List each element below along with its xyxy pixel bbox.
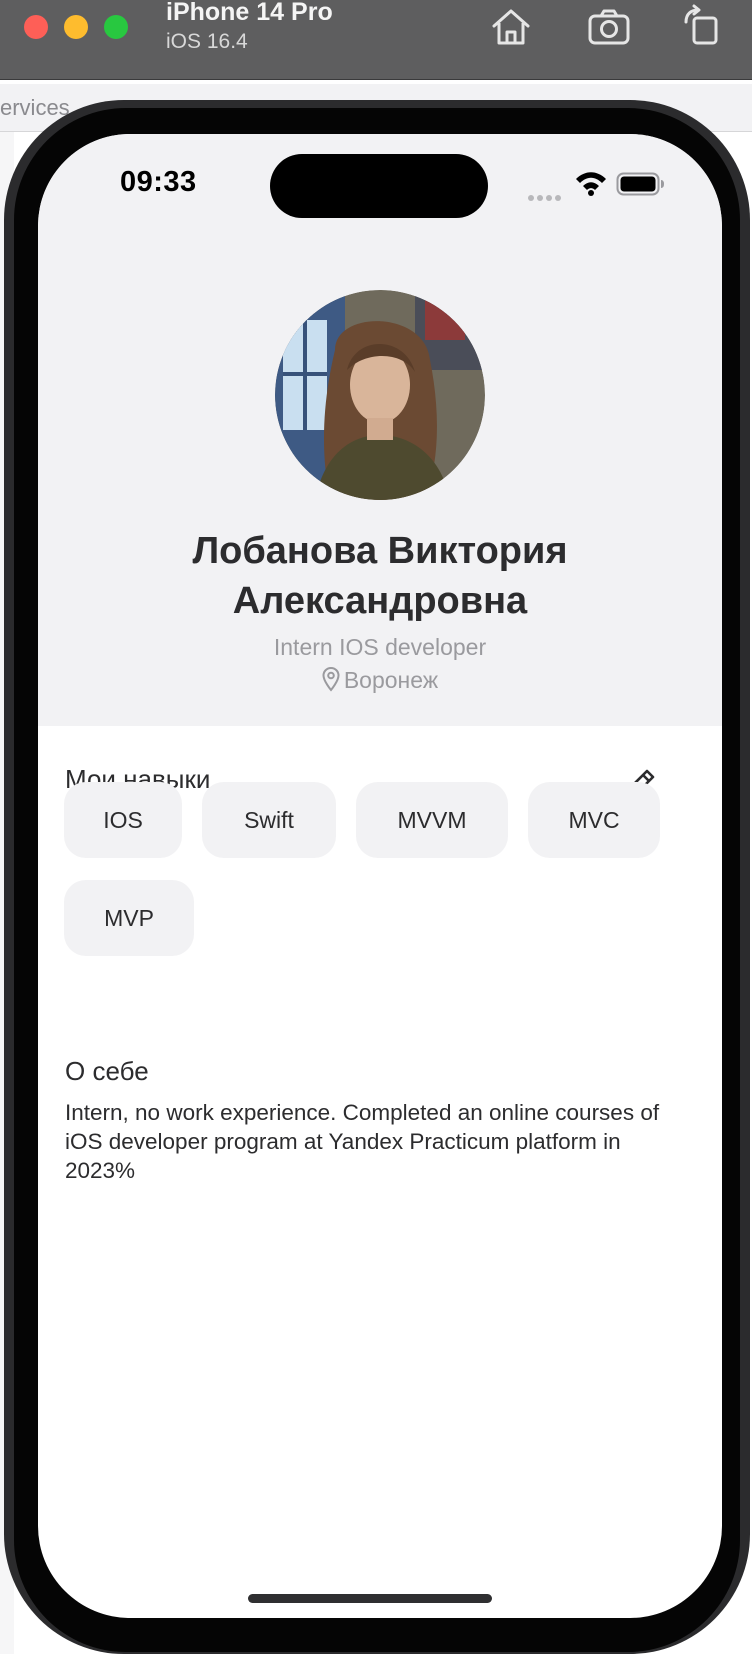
home-indicator[interactable] (248, 1594, 492, 1603)
camera-icon[interactable] (586, 4, 632, 50)
profile-location: Воронеж (38, 666, 722, 694)
wifi-icon (576, 172, 606, 196)
signal-dots-icon (528, 188, 564, 201)
zoom-window-button[interactable] (104, 15, 128, 39)
simulator-titlebar: iPhone 14 Pro iOS 16.4 (0, 0, 752, 80)
dynamic-island (270, 154, 488, 218)
skill-chip[interactable]: MVP (64, 880, 194, 956)
skill-chip[interactable]: IOS (64, 782, 182, 858)
home-icon[interactable] (488, 4, 534, 50)
map-pin-icon (322, 666, 340, 692)
skill-chip[interactable]: MVVM (356, 782, 508, 858)
simulator-device-name: iPhone 14 Pro (166, 0, 333, 26)
skill-chip[interactable]: MVC (528, 782, 660, 858)
about-title: О себе (65, 1056, 149, 1086)
about-text: Intern, no work experience. Completed an… (65, 1100, 660, 1183)
close-window-button[interactable] (24, 15, 48, 39)
minimize-window-button[interactable] (64, 15, 88, 39)
battery-icon (616, 172, 664, 196)
status-time: 09:33 (120, 166, 197, 198)
profile-location-text: Воронеж (343, 667, 439, 693)
rotate-icon[interactable] (678, 4, 724, 50)
profile-position: Intern IOS developer (273, 634, 487, 660)
device-screen: 09:33 Лобанова Виктория Александровна In… (38, 134, 722, 1618)
profile-full-name: Лобанова Виктория Александровна (192, 530, 568, 622)
skill-chip[interactable]: Swift (202, 782, 336, 858)
avatar-photo (275, 290, 485, 500)
simulator-os-version: iOS 16.4 (166, 30, 248, 53)
